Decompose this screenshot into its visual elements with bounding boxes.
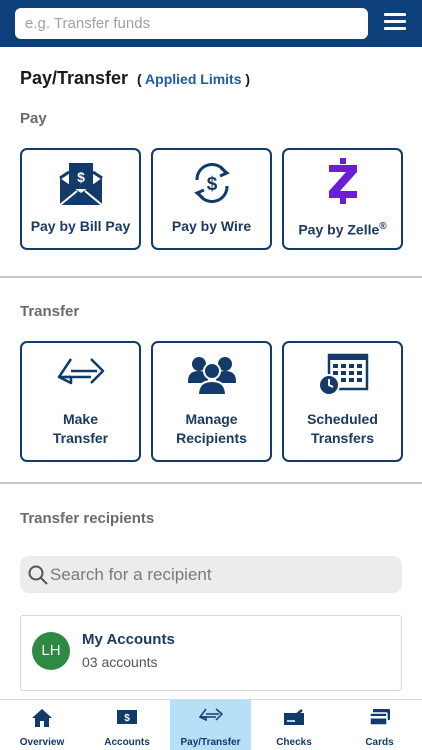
pay-transfer-icon <box>170 708 251 726</box>
nav-pay-transfer[interactable]: Pay/Transfer <box>170 700 251 750</box>
recipient-search-bar <box>20 556 402 593</box>
svg-text:$: $ <box>77 169 85 185</box>
svg-text:$: $ <box>206 174 217 195</box>
manage-recipients-button[interactable]: Manage Recipients <box>151 341 272 462</box>
bill-pay-envelope-icon: $ <box>22 160 139 206</box>
nav-accounts[interactable]: $ Accounts <box>84 700 170 750</box>
recipient-search-input[interactable] <box>50 556 390 593</box>
pay-by-zelle-button[interactable]: Pay by Zelle® <box>282 148 403 250</box>
recipient-account-count: 03 accounts <box>82 654 158 670</box>
transfer-recipients-label: Transfer recipients <box>20 510 155 527</box>
section-divider <box>0 482 422 484</box>
pay-by-bill-pay-button[interactable]: $ Pay by Bill Pay <box>20 148 141 250</box>
zelle-icon <box>284 156 401 206</box>
pay-by-wire-label: Pay by Wire <box>171 218 252 234</box>
transfer-arrows-icon <box>22 357 139 391</box>
nav-checks[interactable]: Checks <box>251 700 337 750</box>
applied-limits: ( Applied Limits ) <box>137 71 251 87</box>
recipient-name: My Accounts <box>82 631 175 648</box>
pay-section-label: Pay <box>20 110 47 127</box>
top-bar <box>0 0 422 47</box>
applied-limits-link[interactable]: Applied Limits <box>145 71 241 87</box>
menu-icon[interactable] <box>384 13 406 33</box>
list-item[interactable]: LH My Accounts 03 accounts <box>20 615 402 691</box>
pay-by-wire-button[interactable]: $ Pay by Wire <box>151 148 272 250</box>
accounts-dollar-icon: $ <box>84 708 170 726</box>
home-icon <box>0 708 84 728</box>
pay-by-bill-pay-label: Pay by Bill Pay <box>30 218 131 234</box>
cards-icon <box>337 708 422 726</box>
make-transfer-label: Make Transfer <box>52 411 109 446</box>
check-icon <box>251 708 337 726</box>
scheduled-transfers-button[interactable]: Scheduled Transfers <box>282 341 403 462</box>
svg-text:$: $ <box>124 713 130 724</box>
recipients-group-icon <box>153 355 270 395</box>
bottom-nav: Overview $ Accounts Pay/Transfer Checks … <box>0 699 422 750</box>
avatar: LH <box>32 632 70 670</box>
make-transfer-button[interactable]: Make Transfer <box>20 341 141 462</box>
page-title: Pay/Transfer <box>20 68 129 88</box>
transfer-section-label: Transfer <box>20 303 80 320</box>
search-icon <box>28 565 48 585</box>
wire-dollar-icon: $ <box>153 160 270 206</box>
nav-overview[interactable]: Overview <box>0 700 84 750</box>
section-divider <box>0 276 422 278</box>
global-search-input[interactable] <box>15 8 368 39</box>
scheduled-transfers-label: Scheduled Transfers <box>307 411 378 446</box>
nav-cards[interactable]: Cards <box>337 700 422 750</box>
calendar-clock-icon <box>284 353 401 397</box>
manage-recipients-label: Manage Recipients <box>176 411 247 446</box>
pay-by-zelle-label: Pay by Zelle® <box>298 221 387 238</box>
